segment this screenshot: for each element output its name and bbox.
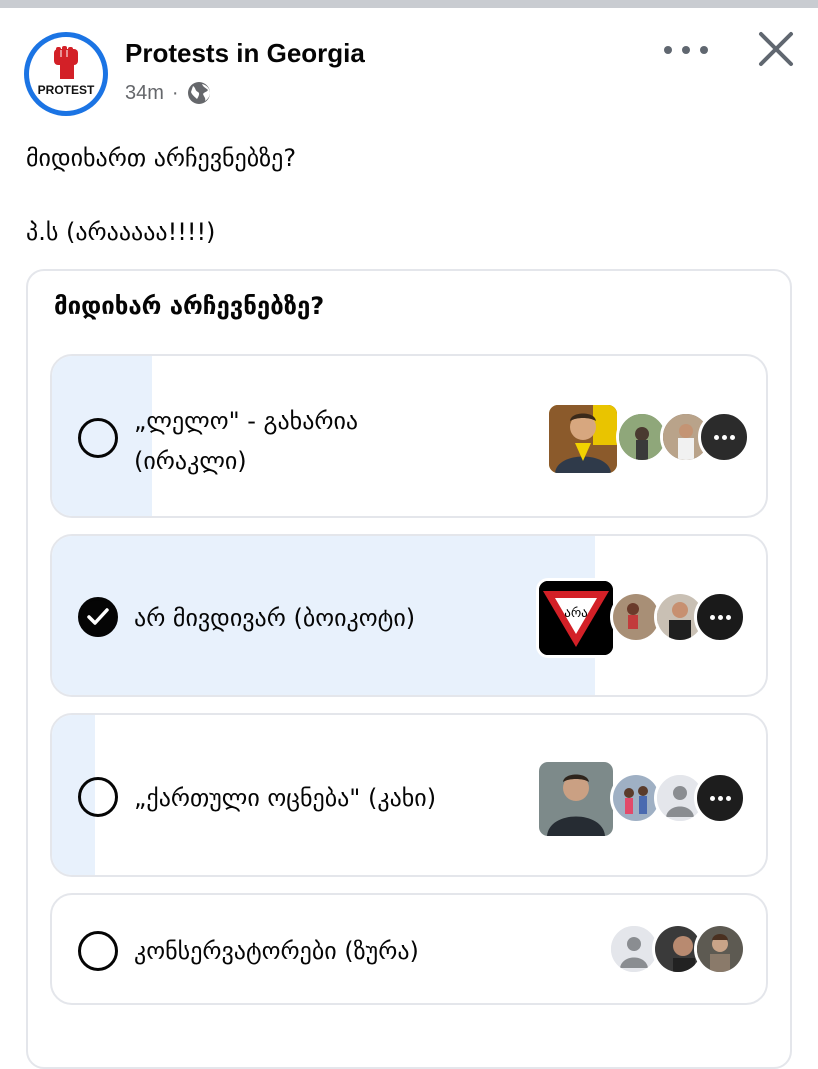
meta-separator: ·: [171, 81, 179, 104]
more-horizontal-icon: [664, 46, 672, 54]
poll-option-label: არ მივდივარ (ბოიკოტი): [134, 604, 416, 632]
more-options-button[interactable]: [664, 36, 708, 64]
logo-text: PROTEST: [37, 83, 95, 97]
voter-avatars[interactable]: არა: [536, 578, 746, 658]
voter-avatar: [546, 402, 620, 476]
voter-avatar-more: [694, 772, 746, 824]
globe-icon: [187, 82, 210, 104]
voter-avatar-sign: არა: [536, 578, 616, 658]
post-meta: 34m ·: [125, 80, 211, 106]
page-avatar[interactable]: PROTEST: [24, 32, 108, 116]
poll-option-label-line-2: (ირაკლი): [134, 447, 247, 475]
poll-option-label-line-1: „ლელო" - გახარია: [134, 407, 359, 435]
poll-option-label: „ქართული ოცნება" (კახი): [134, 784, 437, 812]
post-text-line-1: მიდიხართ არჩევნებზე?: [26, 144, 297, 172]
poll-option-gakharia[interactable]: „ლელო" - გახარია (ირაკლი): [50, 354, 768, 518]
more-horizontal-icon: [697, 594, 743, 640]
poll-option-label: კონსერვატორები (ზურა): [134, 937, 419, 965]
voter-avatar: [694, 923, 746, 975]
checkmark-icon: [87, 608, 109, 625]
voter-avatar-more: [694, 591, 746, 643]
post-time[interactable]: 34m: [125, 82, 164, 105]
post-text-line-2: პ.ს (არააააა!!!!): [26, 218, 216, 246]
voter-avatar: [536, 759, 616, 839]
radio-button[interactable]: [78, 931, 118, 971]
radio-button[interactable]: [78, 777, 118, 817]
poll-option-georgian-dream[interactable]: „ქართული ოცნება" (კახი): [50, 713, 768, 877]
user-placeholder-icon: [611, 926, 657, 972]
radio-button[interactable]: [78, 418, 118, 458]
voter-avatars[interactable]: [546, 402, 750, 476]
more-horizontal-icon: [701, 414, 747, 460]
poll-question: მიდიხარ არჩევნებზე?: [54, 292, 325, 320]
voter-avatar-more: [698, 411, 750, 463]
close-icon[interactable]: [757, 30, 795, 68]
raised-fist-icon: [54, 46, 78, 79]
poll-option-conservatives[interactable]: კონსერვატორები (ზურა): [50, 893, 768, 1005]
poll-option-boycott[interactable]: არ მივდივარ (ბოიკოტი) არა: [50, 534, 768, 697]
page-name-link[interactable]: Protests in Georgia: [125, 38, 365, 69]
voter-avatars[interactable]: [536, 759, 746, 839]
radio-button-checked[interactable]: [78, 597, 118, 637]
top-divider: [0, 0, 818, 8]
voter-avatars[interactable]: [608, 923, 748, 987]
sign-text: არა: [564, 606, 588, 621]
more-horizontal-icon: [697, 775, 743, 821]
